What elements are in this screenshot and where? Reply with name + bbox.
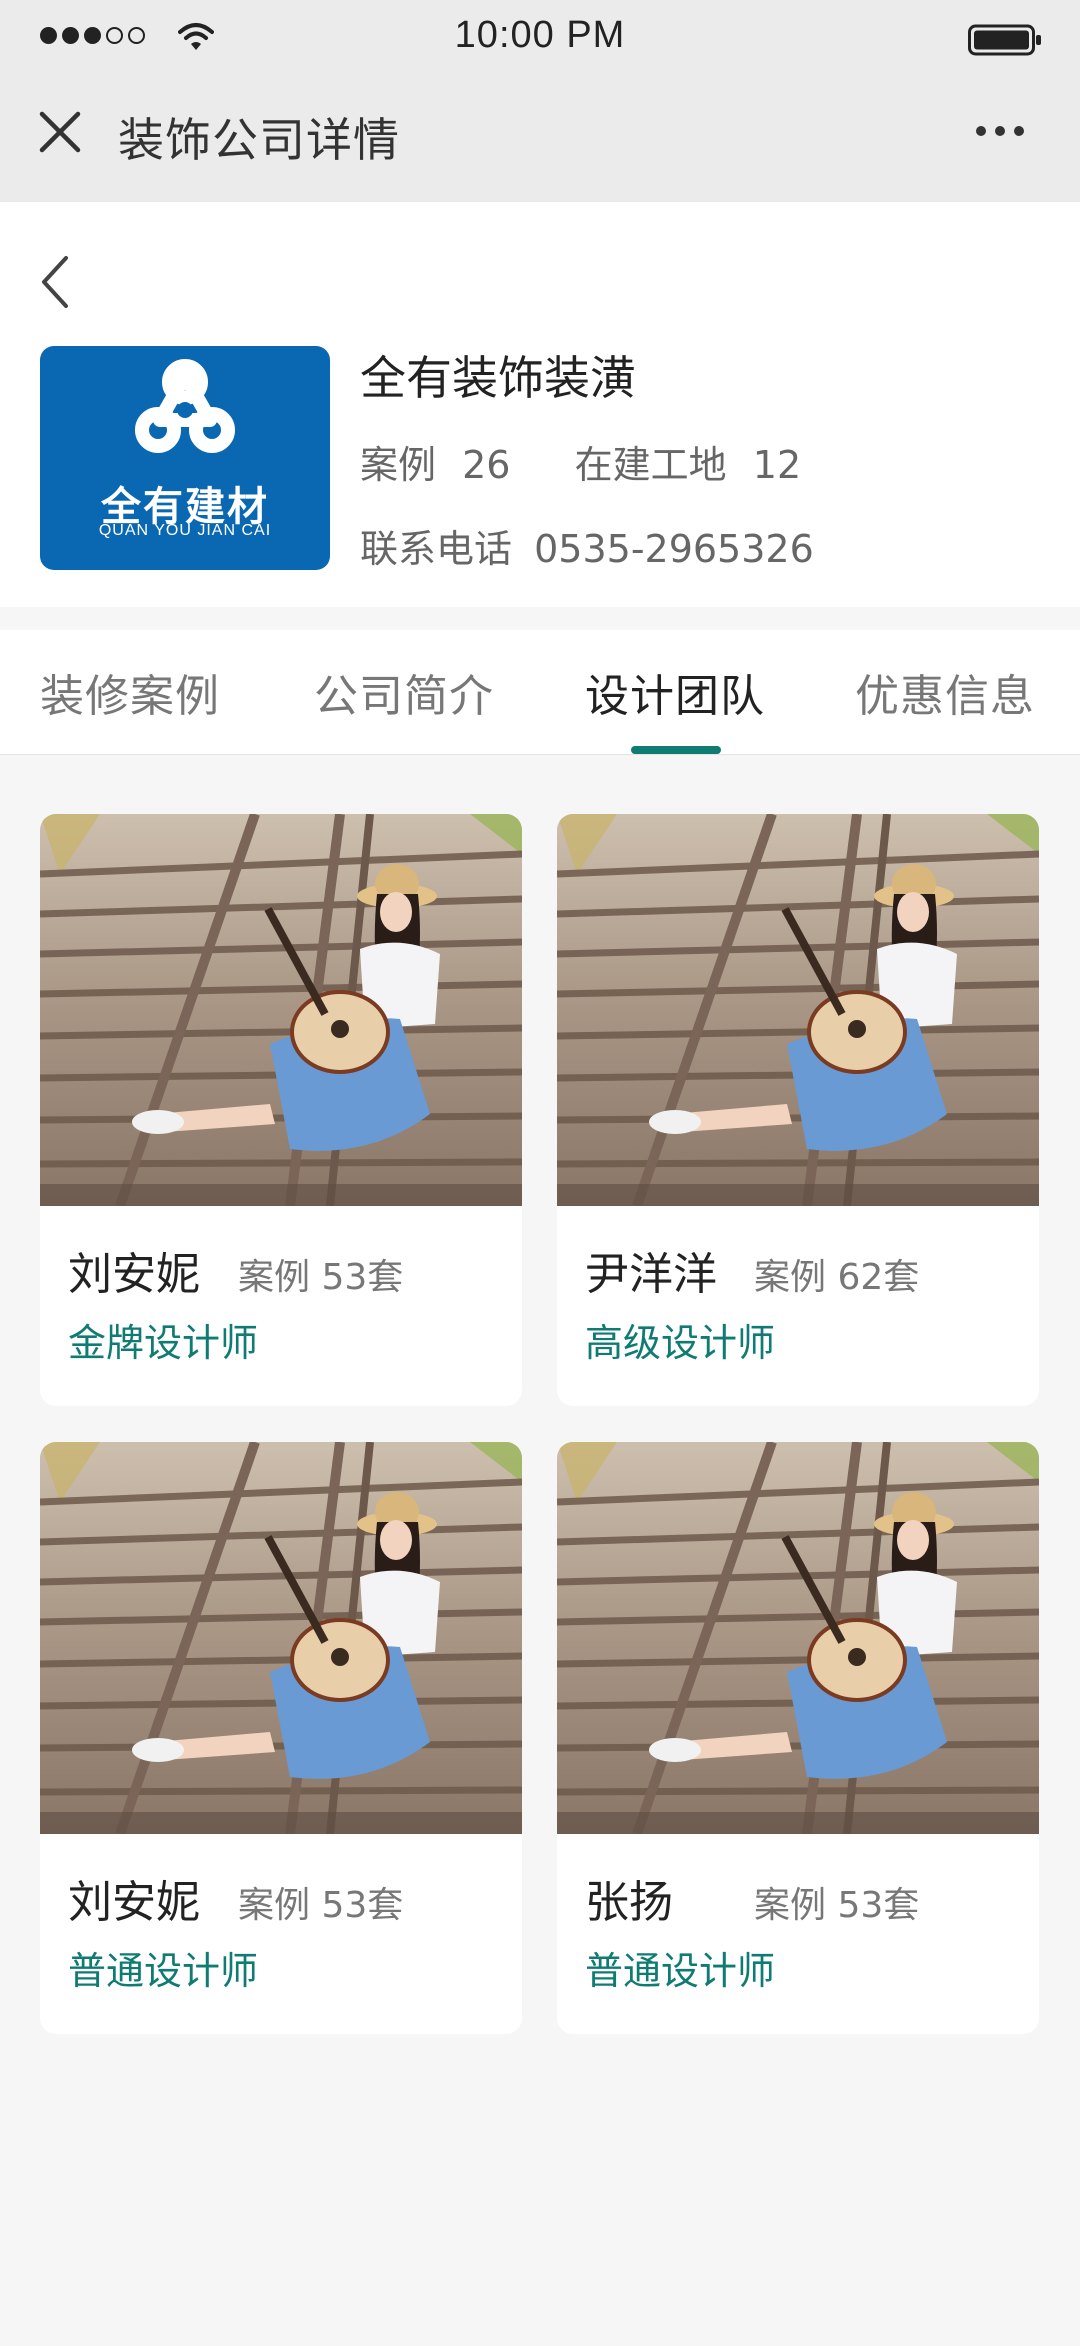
active-tab-indicator bbox=[631, 746, 721, 754]
designer-name: 张扬 bbox=[585, 1877, 673, 1928]
phone-label: 联系电话 bbox=[360, 527, 513, 571]
more-options-icon[interactable] bbox=[976, 126, 1024, 136]
cases-count: 26 bbox=[462, 443, 511, 487]
designer-level: 普通设计师 bbox=[68, 1949, 259, 1993]
tab-renovation-cases[interactable]: 装修案例 bbox=[40, 660, 220, 724]
back-arrow-icon[interactable] bbox=[36, 252, 76, 312]
cases-label: 案例 bbox=[360, 443, 437, 487]
designer-level: 高级设计师 bbox=[585, 1321, 776, 1365]
tab-bar: 装修案例 公司简介 设计团队 优惠信息 bbox=[0, 630, 1080, 755]
designer-card[interactable]: 刘安妮 案例 53套 普通设计师 bbox=[40, 1442, 522, 2034]
designer-cases: 案例 62套 bbox=[754, 1257, 920, 1298]
designer-cases: 案例 53套 bbox=[754, 1885, 920, 1926]
top-bar: 10:00 PM 装饰公司详情 bbox=[0, 0, 1080, 202]
page-title: 装饰公司详情 bbox=[118, 113, 400, 167]
status-time: 10:00 PM bbox=[454, 14, 626, 56]
battery-icon bbox=[968, 24, 1041, 56]
designer-photo bbox=[40, 1442, 522, 1834]
designer-cases: 案例 53套 bbox=[238, 1885, 404, 1926]
status-bar: 10:00 PM bbox=[0, 0, 1080, 80]
tab-promotions[interactable]: 优惠信息 bbox=[855, 660, 1035, 724]
company-phone[interactable]: 联系电话 0535-2965326 bbox=[360, 518, 814, 573]
designer-photo bbox=[557, 814, 1039, 1206]
sites-label: 在建工地 bbox=[574, 443, 727, 487]
designer-card[interactable]: 刘安妮 案例 53套 金牌设计师 bbox=[40, 814, 522, 1406]
designer-card[interactable]: 尹洋洋 案例 62套 高级设计师 bbox=[557, 814, 1039, 1406]
logo-subtext: QUAN YOU JIAN CAI bbox=[98, 522, 272, 539]
company-logo: 全有建材 QUAN YOU JIAN CAI bbox=[40, 346, 330, 570]
phone-number[interactable]: 0535-2965326 bbox=[534, 527, 814, 571]
logo-mark-icon bbox=[135, 359, 235, 453]
designer-card[interactable]: 张扬 案例 53套 普通设计师 bbox=[557, 1442, 1039, 2034]
sites-count: 12 bbox=[752, 443, 802, 487]
close-icon[interactable] bbox=[36, 108, 84, 156]
designer-photo bbox=[40, 814, 522, 1206]
designer-level: 普通设计师 bbox=[585, 1949, 776, 1993]
nav-bar: 装饰公司详情 bbox=[0, 80, 1080, 202]
designer-name: 尹洋洋 bbox=[585, 1249, 717, 1300]
designer-cases: 案例 53套 bbox=[238, 1257, 404, 1298]
designer-name: 刘安妮 bbox=[68, 1249, 200, 1300]
tab-company-intro[interactable]: 公司简介 bbox=[314, 660, 494, 724]
company-name: 全有装饰装潢 bbox=[360, 351, 636, 405]
tab-design-team[interactable]: 设计团队 bbox=[585, 660, 765, 724]
company-stats: 案例 26 在建工地 12 bbox=[360, 434, 801, 489]
designer-level: 金牌设计师 bbox=[68, 1321, 259, 1365]
designer-photo bbox=[557, 1442, 1039, 1834]
company-info: 全有建材 QUAN YOU JIAN CAI 全有装饰装潢 案例 26 在建工地… bbox=[0, 202, 1080, 607]
designer-name: 刘安妮 bbox=[68, 1877, 200, 1928]
